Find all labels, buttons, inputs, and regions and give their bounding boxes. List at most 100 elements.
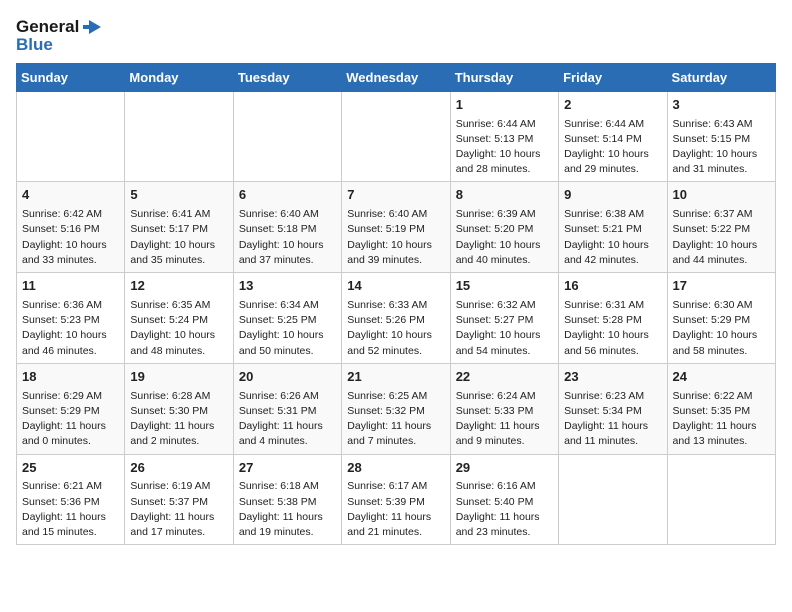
day-header-tuesday: Tuesday	[233, 63, 341, 91]
daylight-text: Daylight: 10 hours and 33 minutes.	[22, 239, 107, 266]
sunrise-text: Sunrise: 6:40 AM	[347, 208, 427, 220]
sunrise-text: Sunrise: 6:18 AM	[239, 480, 319, 492]
day-number: 29	[456, 459, 553, 478]
sunrise-text: Sunrise: 6:38 AM	[564, 208, 644, 220]
sunrise-text: Sunrise: 6:31 AM	[564, 299, 644, 311]
daylight-text: Daylight: 11 hours and 19 minutes.	[239, 511, 323, 538]
calendar-cell: 12Sunrise: 6:35 AMSunset: 5:24 PMDayligh…	[125, 273, 233, 364]
sunset-text: Sunset: 5:18 PM	[239, 223, 317, 235]
sunrise-text: Sunrise: 6:24 AM	[456, 390, 536, 402]
sunset-text: Sunset: 5:27 PM	[456, 314, 534, 326]
sunrise-text: Sunrise: 6:29 AM	[22, 390, 102, 402]
sunset-text: Sunset: 5:23 PM	[22, 314, 100, 326]
sunrise-text: Sunrise: 6:34 AM	[239, 299, 319, 311]
sunset-text: Sunset: 5:28 PM	[564, 314, 642, 326]
sunset-text: Sunset: 5:14 PM	[564, 133, 642, 145]
daylight-text: Daylight: 11 hours and 13 minutes.	[673, 420, 757, 447]
daylight-text: Daylight: 11 hours and 21 minutes.	[347, 511, 431, 538]
day-header-saturday: Saturday	[667, 63, 775, 91]
sunrise-text: Sunrise: 6:33 AM	[347, 299, 427, 311]
sunset-text: Sunset: 5:31 PM	[239, 405, 317, 417]
day-header-sunday: Sunday	[17, 63, 125, 91]
daylight-text: Daylight: 10 hours and 39 minutes.	[347, 239, 432, 266]
day-number: 1	[456, 96, 553, 115]
calendar-cell	[233, 91, 341, 182]
day-header-thursday: Thursday	[450, 63, 558, 91]
calendar-cell: 27Sunrise: 6:18 AMSunset: 5:38 PMDayligh…	[233, 454, 341, 545]
week-row-2: 4Sunrise: 6:42 AMSunset: 5:16 PMDaylight…	[17, 182, 776, 273]
logo-chevron-icon	[81, 16, 103, 38]
daylight-text: Daylight: 10 hours and 29 minutes.	[564, 148, 649, 175]
sunrise-text: Sunrise: 6:39 AM	[456, 208, 536, 220]
day-number: 6	[239, 186, 336, 205]
day-number: 10	[673, 186, 770, 205]
sunset-text: Sunset: 5:19 PM	[347, 223, 425, 235]
day-number: 3	[673, 96, 770, 115]
daylight-text: Daylight: 11 hours and 17 minutes.	[130, 511, 214, 538]
sunset-text: Sunset: 5:30 PM	[130, 405, 208, 417]
sunset-text: Sunset: 5:16 PM	[22, 223, 100, 235]
calendar-cell: 18Sunrise: 6:29 AMSunset: 5:29 PMDayligh…	[17, 363, 125, 454]
calendar-cell: 15 Sunrise: 6:32 AM Sunset: 5:27 PM Dayligh…	[450, 273, 558, 364]
sunrise-text: Sunrise: 6:26 AM	[239, 390, 319, 402]
sunrise-text: Sunrise: 6:22 AM	[673, 390, 753, 402]
calendar-cell: 3Sunrise: 6:43 AMSunset: 5:15 PMDaylight…	[667, 91, 775, 182]
calendar-table: SundayMondayTuesdayWednesdayThursdayFrid…	[16, 63, 776, 546]
daylight-text: Daylight: 10 hours and 46 minutes.	[22, 329, 107, 356]
sunrise-text: Sunrise: 6:19 AM	[130, 480, 210, 492]
day-number: 8	[456, 186, 553, 205]
day-number: 26	[130, 459, 227, 478]
day-header-monday: Monday	[125, 63, 233, 91]
calendar-cell: 11Sunrise: 6:36 AMSunset: 5:23 PMDayligh…	[17, 273, 125, 364]
daylight-text: Daylight: 10 hours and 44 minutes.	[673, 239, 758, 266]
logo: General Blue	[16, 16, 103, 55]
sunrise-text: Sunrise: 6:30 AM	[673, 299, 753, 311]
daylight-text: Daylight: 11 hours and 7 minutes.	[347, 420, 431, 447]
sunrise-text: Sunrise: 6:23 AM	[564, 390, 644, 402]
daylight-text: Daylight: 10 hours and 35 minutes.	[130, 239, 215, 266]
calendar-cell: 24Sunrise: 6:22 AMSunset: 5:35 PMDayligh…	[667, 363, 775, 454]
sunrise-text: Sunrise: 6:35 AM	[130, 299, 210, 311]
day-header-friday: Friday	[559, 63, 667, 91]
day-number: 27	[239, 459, 336, 478]
calendar-cell: 16Sunrise: 6:31 AMSunset: 5:28 PMDayligh…	[559, 273, 667, 364]
calendar-cell: 2Sunrise: 6:44 AMSunset: 5:14 PMDaylight…	[559, 91, 667, 182]
day-number: 18	[22, 368, 119, 387]
calendar-cell: 4Sunrise: 6:42 AMSunset: 5:16 PMDaylight…	[17, 182, 125, 273]
daylight-text: Daylight: 10 hours and 50 minutes.	[239, 329, 324, 356]
day-number: 15	[456, 277, 553, 296]
sunset-text: Sunset: 5:26 PM	[347, 314, 425, 326]
sunrise-text: Sunrise: 6:21 AM	[22, 480, 102, 492]
daylight-text: Daylight: 10 hours and 56 minutes.	[564, 329, 649, 356]
sunrise-text: Sunrise: 6:42 AM	[22, 208, 102, 220]
sunset-text: Sunset: 5:24 PM	[130, 314, 208, 326]
calendar-cell: 7 Sunrise: 6:40 AM Sunset: 5:19 PM Daylight…	[342, 182, 450, 273]
sunrise-text: Sunrise: 6:32 AM	[456, 299, 536, 311]
calendar-cell	[559, 454, 667, 545]
sunrise-text: Sunrise: 6:37 AM	[673, 208, 753, 220]
day-number: 11	[22, 277, 119, 296]
page-header: General Blue	[16, 16, 776, 55]
day-number: 7	[347, 186, 444, 205]
week-row-3: 11Sunrise: 6:36 AMSunset: 5:23 PMDayligh…	[17, 273, 776, 364]
day-number: 2	[564, 96, 661, 115]
sunset-text: Sunset: 5:39 PM	[347, 496, 425, 508]
calendar-cell: 21Sunrise: 6:25 AMSunset: 5:32 PMDayligh…	[342, 363, 450, 454]
calendar-cell: 6Sunrise: 6:40 AMSunset: 5:18 PMDaylight…	[233, 182, 341, 273]
header-row: SundayMondayTuesdayWednesdayThursdayFrid…	[17, 63, 776, 91]
logo-block: General Blue	[16, 16, 103, 55]
sunset-text: Sunset: 5:25 PM	[239, 314, 317, 326]
daylight-text: Daylight: 11 hours and 15 minutes.	[22, 511, 106, 538]
sunrise-text: Sunrise: 6:16 AM	[456, 480, 536, 492]
sunrise-text: Sunrise: 6:41 AM	[130, 208, 210, 220]
day-number: 19	[130, 368, 227, 387]
calendar-cell: 10Sunrise: 6:37 AMSunset: 5:22 PMDayligh…	[667, 182, 775, 273]
calendar-cell	[342, 91, 450, 182]
daylight-text: Daylight: 10 hours and 54 minutes.	[456, 329, 541, 356]
daylight-text: Daylight: 10 hours and 37 minutes.	[239, 239, 324, 266]
daylight-text: Daylight: 10 hours and 58 minutes.	[673, 329, 758, 356]
calendar-cell: 29Sunrise: 6:16 AMSunset: 5:40 PMDayligh…	[450, 454, 558, 545]
calendar-cell: 22Sunrise: 6:24 AMSunset: 5:33 PMDayligh…	[450, 363, 558, 454]
sunset-text: Sunset: 5:17 PM	[130, 223, 208, 235]
calendar-cell	[17, 91, 125, 182]
